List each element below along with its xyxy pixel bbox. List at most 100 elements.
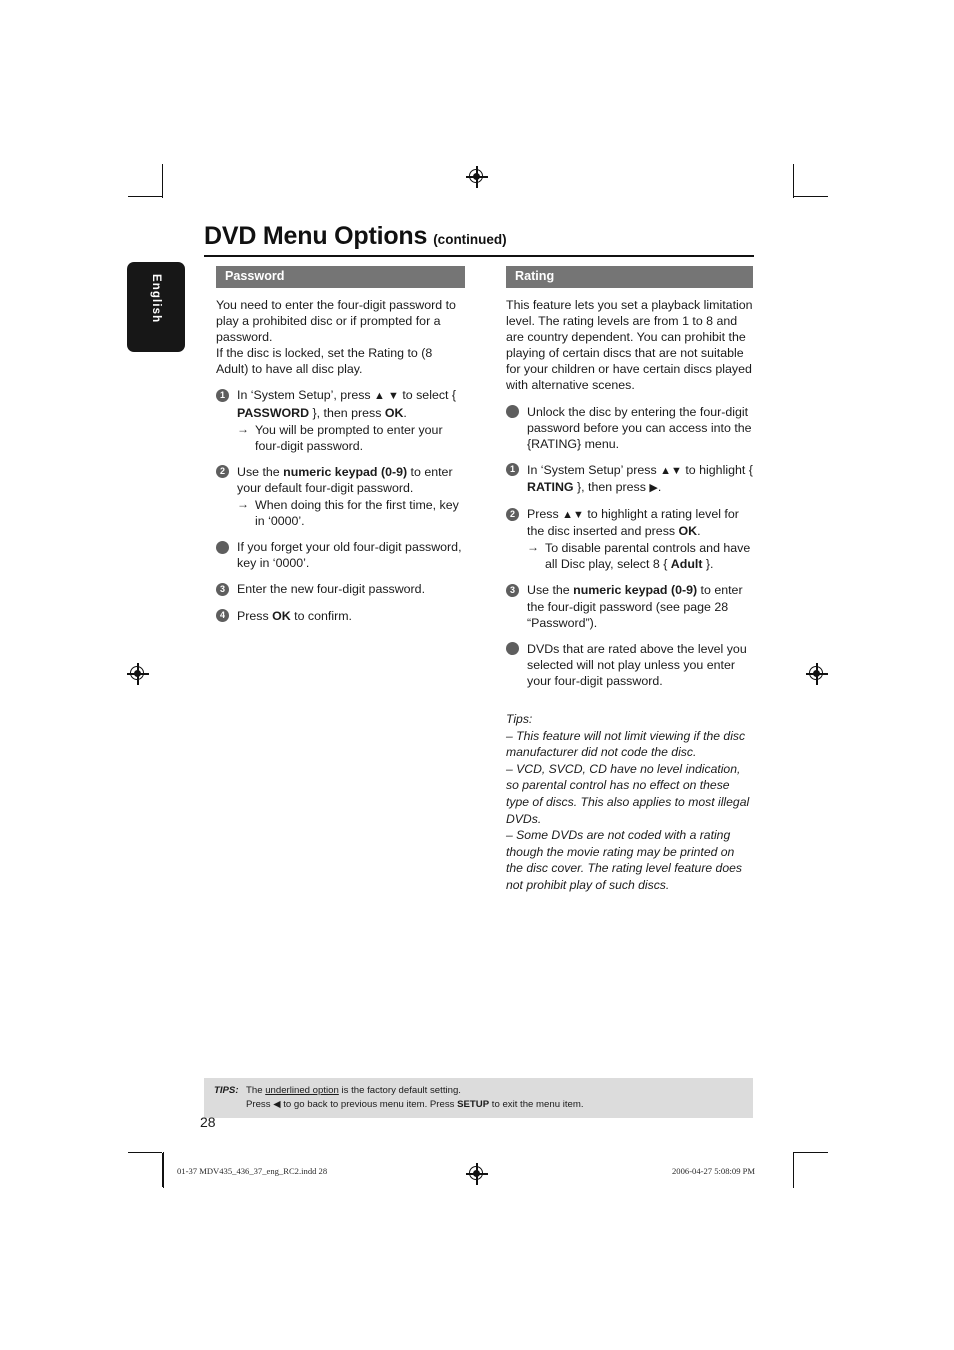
rating-step-1-text-end: .: [657, 479, 662, 494]
registration-target-right: [806, 663, 828, 685]
step-1-text-end: .: [403, 405, 407, 420]
footer-tips-line-2: Press ◀ to go back to previous menu item…: [246, 1098, 753, 1112]
page-title: DVD Menu Options: [204, 222, 428, 250]
rating-step-2-substep-bold: Adult: [670, 557, 703, 572]
password-step-2: 2 Use the numeric keypad (0-9) to enter …: [216, 464, 465, 529]
rating-bullet-dvds-text: DVDs that are rated above the level you …: [527, 641, 747, 688]
step-2-bold-keypad: numeric keypad (0-9): [283, 464, 408, 479]
language-tab-label: English: [150, 274, 162, 324]
crop-mark-top-right-horizontal: [794, 196, 828, 198]
rating-tips-label: Tips:: [506, 711, 533, 726]
rating-step-2-text-end: .: [697, 524, 701, 539]
bullet-icon: [216, 540, 229, 554]
rating-step-1: 1 In ‘System Setup’ press ▲▼ to highligh…: [506, 462, 753, 496]
password-step-1-substep-text: You will be prompted to enter your four-…: [255, 422, 443, 453]
rating-bullet-unlock: Unlock the disc by entering the four-dig…: [506, 404, 753, 452]
crop-mark-bottom-left-horizontal: [128, 1152, 162, 1154]
registration-target-left: [127, 663, 149, 685]
password-step-2-substep-text: When doing this for the first time, key …: [255, 498, 459, 529]
page-number: 28: [200, 1114, 216, 1130]
footer-tips-line-2-mid: to go back to previous menu item. Press: [280, 1098, 458, 1110]
footer-tips-underlined-option: underlined option: [265, 1085, 339, 1096]
password-step-4: 4 Press OK to confirm.: [216, 608, 465, 624]
rating-step-1-text-mid: to highlight {: [681, 462, 753, 477]
rating-intro-paragraph: This feature lets you set a playback lim…: [506, 298, 753, 393]
section-rating: Rating This feature lets you set a playb…: [506, 266, 753, 894]
rating-step-2: 2 Press ▲▼ to highlight a rating level f…: [506, 506, 753, 572]
language-tab: English: [127, 262, 185, 352]
rating-step-2-bold-ok: OK: [678, 524, 698, 539]
rating-step-1-bold-rating: RATING: [527, 479, 574, 494]
password-intro-paragraph-1: You need to enter the four-digit passwor…: [216, 298, 456, 345]
rating-step-2-substep: → To disable parental controls and have …: [527, 540, 753, 572]
rating-step-2-text-before: Press: [527, 507, 563, 522]
step-1-text-after: }, then press: [309, 405, 385, 420]
step-4-text-before: Press: [237, 608, 273, 623]
step-marker-1: 1: [506, 463, 519, 477]
step-marker-2: 2: [506, 507, 519, 521]
step-1-bold-password: PASSWORD: [237, 405, 310, 420]
step-4-text-after: to confirm.: [290, 608, 353, 623]
password-step-1: 1 In ‘System Setup’, press ▲ ▼ to select…: [216, 387, 465, 453]
rating-tips-block: Tips: – This feature will not limit view…: [506, 711, 753, 894]
footer-tips-line-1-post: is the factory default setting.: [338, 1085, 461, 1096]
right-arrow-icon: →: [527, 540, 539, 555]
registration-target-top: [466, 166, 488, 188]
crop-mark-top-left-vertical: [162, 164, 164, 198]
print-slug-filename: 01-37 MDV435_436_37_eng_RC2.indd 28: [177, 1166, 328, 1176]
rating-step-2-substep-after: }.: [702, 557, 714, 572]
bullet-icon: [506, 405, 519, 419]
section-password: Password You need to enter the four-digi…: [216, 266, 465, 624]
manual-page: DVD Menu Options (continued) English Pas…: [0, 0, 954, 1350]
page-title-continued: (continued): [433, 232, 507, 247]
password-bullet-forgot: If you forget your old four-digit passwo…: [216, 539, 465, 571]
updown-arrow-icon: ▲ ▼: [374, 390, 399, 403]
rating-step-3-bold-keypad: numeric keypad (0-9): [573, 583, 698, 598]
password-bullet-forgot-text: If you forget your old four-digit passwo…: [237, 540, 462, 571]
step-marker-4: 4: [216, 609, 229, 622]
footer-tips-label: TIPS:: [214, 1085, 239, 1096]
footer-tips-line-2-post: to exit the menu item.: [489, 1098, 584, 1110]
title-divider: [204, 255, 754, 257]
right-triangle-icon: ▶: [649, 481, 658, 494]
step-1-text-before: In ‘System Setup’, press: [237, 388, 375, 403]
step-marker-2: 2: [216, 465, 229, 479]
updown-arrow-icon: ▲▼: [562, 509, 584, 522]
crop-mark-top-right-vertical: [793, 164, 795, 198]
rating-bullet-unlock-text: Unlock the disc by entering the four-dig…: [527, 404, 752, 451]
rating-tips-line-2: – VCD, SVCD, CD have no level indication…: [506, 761, 750, 826]
crop-mark-top-left-horizontal: [128, 196, 162, 198]
step-1-bold-ok: OK: [384, 405, 404, 420]
footer-tips-bold-setup: SETUP: [457, 1098, 490, 1110]
slug-rule-left: [163, 1152, 165, 1188]
right-arrow-icon: →: [237, 421, 249, 436]
password-intro-paragraph-2: If the disc is locked, set the Rating to…: [216, 346, 433, 377]
rating-step-1-text-before: In ‘System Setup’ press: [527, 462, 661, 477]
step-marker-3: 3: [506, 583, 519, 597]
step-4-bold-ok: OK: [272, 608, 291, 623]
step-1-text-mid: to select {: [398, 388, 457, 403]
right-arrow-icon: →: [237, 497, 249, 512]
updown-arrow-icon: ▲▼: [660, 464, 682, 477]
footer-tips-line-1-pre: The: [246, 1085, 266, 1096]
step-marker-1: 1: [216, 388, 229, 402]
section-heading-password: Password: [216, 266, 465, 288]
step-2-text-before: Use the: [237, 464, 284, 479]
crop-mark-bottom-right-horizontal: [794, 1152, 828, 1154]
rating-step-3: 3 Use the numeric keypad (0-9) to enter …: [506, 582, 753, 630]
bullet-icon: [506, 642, 519, 656]
left-triangle-icon: ◀: [273, 1098, 281, 1110]
rating-step-2-substep-before: To disable parental controls and have al…: [545, 541, 751, 572]
password-step-1-substep: → You will be prompted to enter your fou…: [237, 422, 465, 454]
registration-target-bottom: [466, 1163, 488, 1185]
footer-tips-line-2-pre: Press: [246, 1098, 274, 1110]
rating-bullet-dvds: DVDs that are rated above the level you …: [506, 641, 753, 689]
print-slug-timestamp: 2006-04-27 5:08:09 PM: [672, 1166, 756, 1176]
step-marker-3: 3: [216, 582, 229, 596]
rating-tips-line-3: – Some DVDs are not coded with a rating …: [506, 828, 742, 892]
footer-tips-line-1: The underlined option is the factory def…: [246, 1084, 753, 1098]
password-step-3: 3 Enter the new four-digit password.: [216, 581, 465, 597]
footer-tips-bar: TIPS: The underlined option is the facto…: [204, 1078, 753, 1119]
password-step-2-substep: → When doing this for the first time, ke…: [237, 497, 465, 529]
rating-tips-line-1: – This feature will not limit viewing if…: [506, 728, 746, 760]
